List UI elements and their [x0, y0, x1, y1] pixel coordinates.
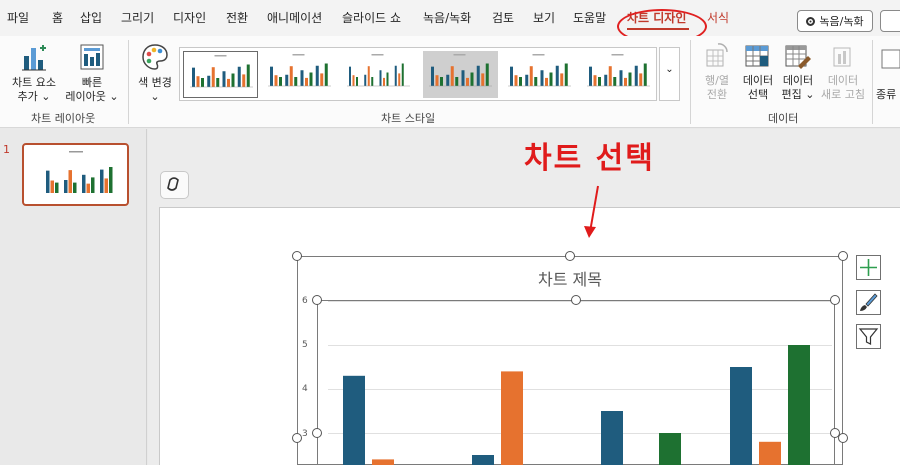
chart-bar[interactable]	[659, 433, 681, 465]
chart-bar[interactable]	[472, 455, 494, 465]
plot-resize-handle[interactable]	[830, 295, 840, 305]
chart-bar[interactable]	[788, 345, 810, 465]
plot-resize-handle[interactable]	[312, 428, 322, 438]
chart-bar[interactable]	[501, 371, 523, 465]
resize-handle[interactable]	[292, 251, 302, 261]
chart-bars	[343, 345, 810, 465]
chart-elements-button[interactable]	[856, 255, 881, 280]
plus-icon	[860, 259, 877, 276]
resize-handle[interactable]	[565, 251, 575, 261]
chart-bar[interactable]	[372, 459, 394, 465]
plot-resize-handle[interactable]	[312, 295, 322, 305]
chart-bar[interactable]	[730, 367, 752, 465]
brush-icon	[860, 293, 878, 311]
filter-icon	[858, 328, 879, 345]
resize-handle[interactable]	[838, 251, 848, 261]
resize-handle[interactable]	[292, 433, 302, 443]
plot-resize-handle[interactable]	[830, 428, 840, 438]
chart-bar[interactable]	[759, 441, 781, 465]
chart-bar[interactable]	[601, 411, 623, 465]
chart-styles-button[interactable]	[856, 290, 881, 315]
chart-filters-button[interactable]	[856, 324, 881, 349]
chart-bar[interactable]	[343, 375, 365, 465]
plot-resize-handle[interactable]	[571, 295, 581, 305]
